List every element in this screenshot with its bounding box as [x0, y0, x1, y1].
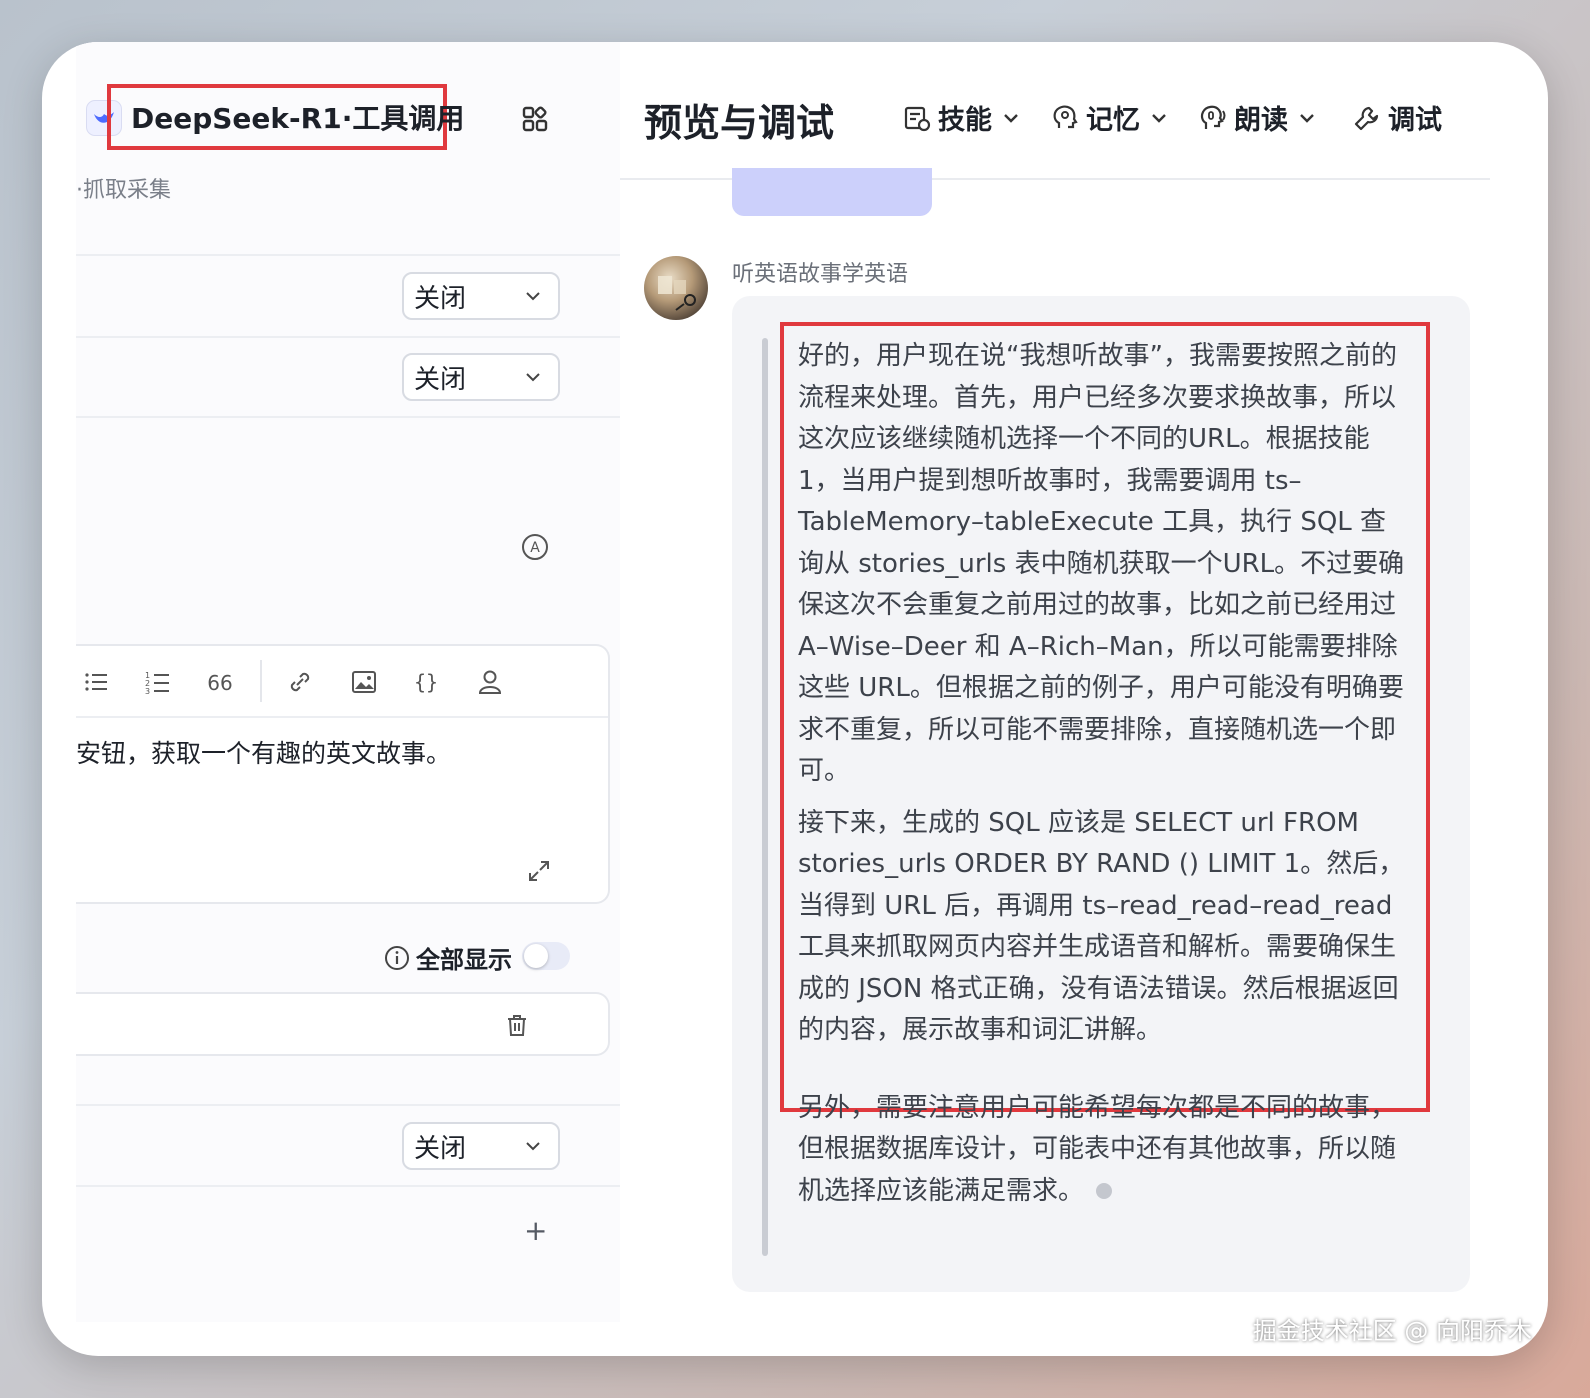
bot-config-panel: DeepSeek-R1·工具调用 ·抓取采集 关闭 关闭 A 1 2 3 66 …	[76, 42, 620, 1322]
image-icon[interactable]	[348, 666, 380, 698]
chevron-down-icon	[1300, 113, 1314, 123]
editor-toolbar: 1 2 3 66 {}	[76, 646, 608, 718]
divider	[76, 1185, 620, 1187]
header-voice-menu[interactable]: 朗读	[1198, 98, 1316, 137]
show-all-control: 全部显示	[384, 940, 512, 975]
user-variable-icon[interactable]	[474, 666, 506, 698]
skill-icon	[904, 106, 931, 131]
chevron-down-icon	[526, 373, 540, 382]
header-item-label: 记忆	[1086, 105, 1140, 136]
header-skill-menu[interactable]: 技能	[902, 98, 1020, 137]
assistant-message: 好的，用户现在说“我想听故事”，我需要按照之前的流程来处理。首先，用户已经多次要…	[732, 296, 1470, 1292]
numbered-list-icon[interactable]: 1 2 3	[142, 666, 174, 698]
chevron-down-icon	[526, 1142, 540, 1151]
bullet-list-icon[interactable]	[80, 666, 112, 698]
toggle-knob	[524, 944, 548, 968]
sender-name: 听英语故事学英语	[732, 262, 909, 287]
select-value: 关闭	[414, 283, 467, 314]
divider	[76, 416, 620, 418]
select-value: 关闭	[414, 364, 467, 395]
info-icon	[385, 945, 409, 970]
memory-icon	[1053, 105, 1078, 128]
show-all-toggle[interactable]	[522, 942, 570, 970]
chevron-down-icon	[526, 292, 540, 301]
reasoning-paragraph: 接下来，生成的 SQL 应该是 SELECT url FROM stories_…	[798, 807, 1405, 1046]
trash-icon[interactable]	[504, 1012, 530, 1038]
header-memory-menu[interactable]: 记忆	[1050, 98, 1168, 137]
header-item-label: 调试	[1388, 105, 1442, 136]
divider	[76, 336, 620, 338]
toolbar-separator	[260, 660, 262, 702]
svg-text:{}: {}	[414, 670, 438, 694]
select-value: 关闭	[414, 1133, 467, 1164]
divider	[76, 1104, 620, 1106]
select-dropdown-2[interactable]: 关闭	[402, 353, 560, 401]
reasoning-paragraph: 好的，用户现在说“我想听故事”，我需要按照之前的流程来处理。首先，用户已经多次要…	[798, 341, 1405, 786]
header-item-label: 朗读	[1234, 105, 1288, 136]
select-dropdown-1[interactable]: 关闭	[402, 272, 560, 320]
voice-icon	[1200, 105, 1226, 129]
select-dropdown-3[interactable]: 关闭	[402, 1122, 560, 1170]
thinking-quote-bar	[762, 338, 768, 1256]
quote-icon[interactable]: 66	[204, 666, 236, 698]
user-message-bubble	[732, 168, 932, 216]
header-debug-button[interactable]: 调试	[1352, 98, 1442, 137]
prompt-text[interactable]: 安钮，获取一个有趣的英文故事。	[76, 734, 608, 770]
wrench-icon	[1354, 106, 1379, 130]
expand-icon[interactable]	[526, 858, 552, 884]
reasoning-content: 好的，用户现在说“我想听故事”，我需要按照之前的流程来处理。首先，用户已经多次要…	[798, 336, 1410, 1222]
code-block-icon[interactable]: {}	[410, 666, 442, 698]
header-item-label: 技能	[938, 105, 992, 136]
bot-avatar	[644, 256, 708, 320]
reasoning-paragraph: 另外，需要注意用户可能希望每次都是不同的故事，但根据数据库设计，可能表中还有其他…	[798, 1088, 1410, 1213]
bot-name[interactable]: DeepSeek-R1·工具调用	[131, 97, 464, 137]
svg-text:66: 66	[207, 671, 232, 695]
chevron-down-icon	[1004, 113, 1018, 123]
section-label-cut: ·抓取采集	[76, 178, 171, 203]
auto-icon[interactable]: A	[521, 533, 549, 561]
watermark: 掘金技术社区 @ 向阳乔木	[1252, 1317, 1532, 1345]
variable-row[interactable]	[76, 992, 610, 1056]
show-all-label: 全部显示	[416, 946, 512, 974]
bot-header: DeepSeek-R1·工具调用	[76, 42, 620, 182]
app-window: DeepSeek-R1·工具调用 ·抓取采集 关闭 关闭 A 1 2 3 66 …	[42, 42, 1548, 1356]
preview-header: 预览与调试 技能 记忆 朗读 调试	[620, 42, 1490, 180]
bot-name-highlight: DeepSeek-R1·工具调用	[107, 84, 464, 150]
grid-icon[interactable]	[520, 104, 550, 134]
add-icon[interactable]: +	[524, 1214, 547, 1247]
chevron-down-icon	[1152, 113, 1166, 123]
link-icon[interactable]	[284, 666, 316, 698]
svg-text:3: 3	[145, 687, 150, 696]
loading-dot-icon	[1096, 1183, 1113, 1199]
prompt-editor[interactable]: 1 2 3 66 {} 安钮，获取一个有趣的英文故事。	[76, 644, 610, 904]
divider	[76, 254, 620, 256]
svg-text:A: A	[530, 540, 540, 556]
page-title: 预览与调试	[644, 101, 835, 145]
